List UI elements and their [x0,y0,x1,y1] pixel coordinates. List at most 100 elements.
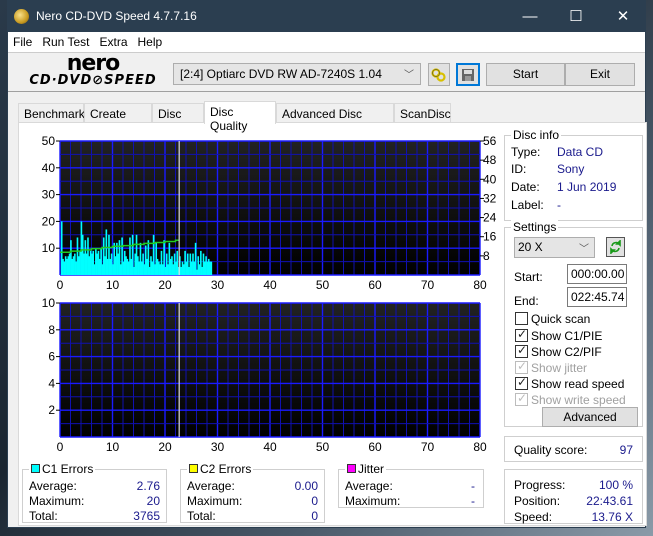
x-tick-label: 20 [158,440,172,453]
chain-link-icon [431,68,446,82]
c1-color-swatch [31,464,40,473]
x-tick-label: 30 [211,440,225,453]
close-button[interactable]: ✕ [600,1,646,32]
y2-tick-label: 8 [483,249,490,263]
refresh-button[interactable] [606,237,625,257]
maximize-button[interactable]: ☐ [553,1,599,32]
exit-button[interactable]: Exit [565,63,635,86]
progress-group: Progress: 100 % Position: 22:43.61 Speed… [504,469,643,524]
quick-scan-checkbox[interactable]: Quick scan [515,312,590,326]
y2-tick-label: 24 [483,211,497,225]
floppy-disk-icon [462,69,474,81]
c2-errors-title: C2 Errors [187,462,254,476]
x-tick-label: 10 [106,278,120,289]
disc-type-label: Type: [511,145,541,159]
position-value: 22:43.61 [586,494,633,508]
tab-disc-quality[interactable]: Disc Quality [204,101,276,133]
checkbox-box [515,375,528,390]
c1-maximum-value: 20 [146,494,160,508]
jitter-average-label: Average: [345,479,393,493]
tab-create-disc[interactable]: Create Disc [84,103,152,135]
show-read-speed-checkbox[interactable]: Show read speed [515,375,624,391]
checkbox-box [515,312,528,325]
start-time-input[interactable]: 000:00.00 [567,264,627,284]
chevron-down-icon: ﹀ [404,70,414,81]
c1-total-value: 3765 [133,509,160,523]
c1-error-bar [210,261,213,275]
toolbar: nero CD·DVD⊘SPEED [2:4] Optiarc DVD RW A… [8,52,645,92]
menu-help[interactable]: Help [133,32,168,49]
disc-quality-panel: 10 20 30 40 50 0 10 20 30 40 50 60 70 80 8 16 24 32 40 48 56… [18,122,647,526]
speed-select-value: 20 X [518,240,543,254]
jitter-color-swatch [347,464,356,473]
logo-cddvdspeed-text: CD·DVD⊘SPEED [29,73,157,88]
c2-maximum-label: Maximum: [187,494,243,508]
advanced-button[interactable]: Advanced [542,407,638,427]
y-tick-label: 10 [42,241,56,255]
y-tick-label: 4 [48,376,55,390]
x-tick-label: 0 [57,440,64,453]
start-time-label: Start: [514,270,543,284]
tab-advanced-disc-quality[interactable]: Advanced Disc Quality [276,103,394,135]
speed-select[interactable]: 20 X ﹀ [514,237,595,258]
show-c1-pie-checkbox[interactable]: Show C1/PIE [515,327,602,343]
y2-tick-label: 56 [483,134,497,148]
tab-benchmark[interactable]: Benchmark [18,103,85,123]
start-button[interactable]: Start [486,63,565,86]
y-tick-label: 50 [42,134,56,148]
end-time-label: End: [514,294,539,308]
c1-total-label: Total: [29,509,58,523]
menu-extra[interactable]: Extra [94,32,132,49]
x-tick-label: 60 [368,278,382,289]
x-tick-label: 80 [473,278,487,289]
menu-file[interactable]: File [8,32,37,49]
disc-id-value: Sony [557,162,585,176]
disc-info-title: Disc info [511,128,562,142]
y-tick-label: 8 [48,323,55,337]
nero-logo: nero CD·DVD⊘SPEED [18,53,168,91]
app-icon [14,9,29,24]
c1-errors-group: C1 Errors Average: 2.76 Maximum: 20 Tota… [22,462,167,523]
disc-id-label: ID: [511,162,527,176]
show-c2-pif-checkbox[interactable]: Show C2/PIF [515,343,602,359]
disc-info-group: Disc info Type: Data CD ID: Sony Date: 1… [504,128,643,221]
c2-maximum-value: 0 [311,494,318,508]
speed-value: 13.76 X [591,510,633,524]
x-tick-label: 20 [158,278,172,289]
quality-score-group: Quality score: 97 [504,436,643,462]
settings-title: Settings [511,220,559,234]
c1-maximum-label: Maximum: [29,494,85,508]
drive-config-button[interactable] [428,63,450,86]
disc-date-label: Date: [511,180,540,194]
x-tick-label: 0 [57,278,64,289]
x-tick-label: 70 [421,440,435,453]
drive-select[interactable]: [2:4] Optiarc DVD RW AD-7240S 1.04 ﹀ [173,63,421,85]
position-label: Position: [514,494,561,508]
speed-label: Speed: [514,510,553,524]
x-tick-label: 50 [316,278,330,289]
tab-scandisc[interactable]: ScanDisc [394,103,451,123]
progress-label: Progress: [514,478,566,492]
jitter-average-value: - [471,479,475,493]
c2-error-chart: 2 4 6 8 10 0 10 20 30 40 50 60 70 80 [42,296,487,453]
c2-errors-group: C2 Errors Average: 0.00 Maximum: 0 Total… [180,462,325,523]
y2-tick-label: 48 [483,153,497,167]
menu-run-test[interactable]: Run Test [37,32,94,49]
y2-tick-label: 40 [483,172,497,186]
x-tick-label: 50 [316,440,330,453]
save-button[interactable] [456,63,480,86]
end-time-input[interactable]: 022:45.74 [567,287,627,307]
y-tick-label: 30 [42,188,56,202]
disc-label-label: Label: [511,198,544,212]
c1-error-chart: 10 20 30 40 50 0 10 20 30 40 50 60 70 80 8 16 24 32 40 48 56 [42,134,497,289]
disc-date-value: 1 Jun 2019 [557,180,617,194]
jitter-maximum-value: - [471,494,475,508]
quality-score-value: 97 [619,443,633,457]
x-tick-label: 80 [473,440,487,453]
x-tick-label: 30 [211,278,225,289]
minimize-button[interactable]: — [507,1,553,32]
jitter-group: Jitter Average: - Maximum: - [338,462,484,508]
app-window: Nero CD-DVD Speed 4.7.7.16 — ☐ ✕ File Run… [7,0,647,528]
checkbox-box [515,391,528,406]
tab-disc-info[interactable]: Disc Info [152,103,204,135]
